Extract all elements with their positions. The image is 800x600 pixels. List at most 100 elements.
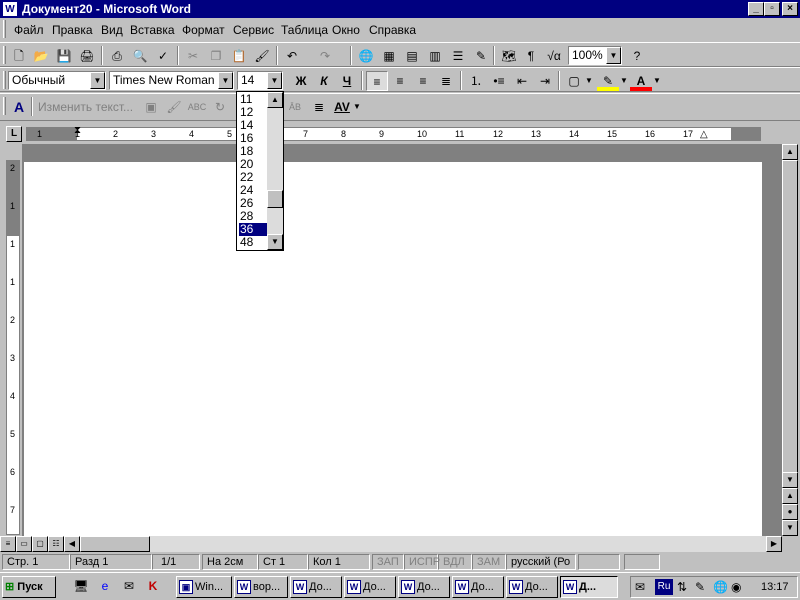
insert-excel-icon[interactable]: ▥ <box>424 46 446 66</box>
menu-insert[interactable]: Вставка <box>130 23 175 37</box>
edit-text-button[interactable]: Изменить текст... <box>38 100 133 114</box>
zoom-select[interactable]: 100% ▼ <box>568 46 622 65</box>
scroll-thumb[interactable] <box>782 160 798 480</box>
decrease-indent-icon[interactable]: ⇤ <box>511 71 533 91</box>
font-size-dropdown[interactable]: 11 12 14 16 18 20 22 24 26 28 36 48 ▲ ▼ <box>236 91 284 251</box>
task-button[interactable]: W До... <box>452 576 504 598</box>
print-layout-icon[interactable]: ▢ <box>32 536 48 552</box>
status-language[interactable]: русский (Ро <box>506 554 576 570</box>
underline-button[interactable]: Ч <box>336 71 358 91</box>
show-hide-icon[interactable]: ¶ <box>520 46 542 66</box>
tables-borders-icon[interactable]: ▦ <box>378 46 400 66</box>
task-button[interactable]: W До... <box>506 576 558 598</box>
wordart-alignment-icon[interactable]: ≣ <box>308 97 330 117</box>
status-ovr[interactable]: ЗАМ <box>472 554 506 570</box>
align-left-icon[interactable]: ≡ <box>366 71 388 91</box>
chevron-down-icon[interactable]: ▼ <box>619 71 629 91</box>
outline-view-icon[interactable]: ☷ <box>48 536 64 552</box>
task-button[interactable]: ▣ Win... <box>176 576 232 598</box>
vertical-scrollbar[interactable]: ▲ ▼ ▲ ● ▼ <box>782 144 798 536</box>
vertical-ruler[interactable]: 2 1 1 1 2 3 4 5 6 7 <box>6 160 20 535</box>
italic-button[interactable]: К <box>313 71 335 91</box>
preview-icon[interactable]: 🔍 <box>129 46 151 66</box>
toolbar-grip[interactable] <box>3 97 6 115</box>
print-icon[interactable]: 🖨 <box>76 46 98 66</box>
toolbar-grip[interactable] <box>3 20 6 38</box>
format-painter-icon[interactable]: 🖌 <box>251 46 273 66</box>
help-icon[interactable]: ? <box>626 46 648 66</box>
internet-explorer-icon[interactable]: e <box>94 576 116 596</box>
print-preview-icon[interactable]: ⎙ <box>106 46 128 66</box>
word-icon[interactable]: W <box>2 1 18 17</box>
menu-table[interactable]: Таблица <box>281 23 328 37</box>
style-select[interactable]: Обычный ▼ <box>8 71 106 90</box>
status-ext[interactable]: ВДЛ <box>438 554 472 570</box>
menu-format[interactable]: Формат <box>182 23 225 37</box>
quick-launch-icon[interactable]: ✉ <box>118 576 140 596</box>
task-button-active[interactable]: W Д... <box>560 576 618 598</box>
spelling-icon[interactable]: ✓ <box>152 46 174 66</box>
menu-edit[interactable]: Правка <box>52 23 93 37</box>
menu-tools[interactable]: Сервис <box>233 23 274 37</box>
wordart-shape-icon[interactable]: ABC <box>186 97 208 117</box>
scroll-down-icon[interactable]: ▼ <box>782 472 798 488</box>
mail-icon[interactable]: ✉ <box>635 580 645 594</box>
menu-help[interactable]: Справка <box>369 23 416 37</box>
justify-icon[interactable]: ≣ <box>435 71 457 91</box>
bold-button[interactable]: Ж <box>290 71 312 91</box>
tab-selector-icon[interactable]: L <box>6 126 22 142</box>
copy-icon[interactable]: ❐ <box>205 46 227 66</box>
bullets-icon[interactable]: •≡ <box>488 71 510 91</box>
tray-app-icon[interactable]: ✎ <box>695 580 705 594</box>
chevron-down-icon[interactable]: ▼ <box>652 71 662 91</box>
toolbar-grip[interactable] <box>3 46 6 64</box>
next-page-icon[interactable]: ▼ <box>782 520 798 536</box>
align-center-icon[interactable]: ≡ <box>389 71 411 91</box>
new-document-icon[interactable]: 🗋 <box>8 46 30 66</box>
font-size-option[interactable]: 48 <box>239 236 267 249</box>
network-icon[interactable]: ⇅ <box>677 580 687 594</box>
ruler-strip[interactable]: 11234567891011121314151617 <box>26 127 761 141</box>
scroll-left-icon[interactable]: ◀ <box>64 536 80 552</box>
menu-view[interactable]: Вид <box>101 23 123 37</box>
scroll-up-icon[interactable]: ▲ <box>782 144 798 160</box>
indent-marker-icon[interactable]: ⧗ <box>74 125 81 136</box>
save-icon[interactable]: 💾 <box>53 46 75 66</box>
paste-icon[interactable]: 📋 <box>228 46 250 66</box>
menu-window[interactable]: Окно <box>332 23 360 37</box>
close-button[interactable]: × <box>782 2 798 16</box>
tray-app-icon[interactable]: ◉ <box>731 580 741 594</box>
character-spacing-button[interactable]: AV <box>331 97 353 117</box>
chevron-down-icon[interactable]: ▼ <box>90 72 105 89</box>
insert-table-icon[interactable]: ▤ <box>401 46 423 66</box>
drawing-icon[interactable]: ✎ <box>470 46 492 66</box>
redo-icon[interactable]: ↷ <box>314 46 336 66</box>
task-button[interactable]: Wвор... <box>234 576 288 598</box>
minimize-button[interactable]: _ <box>748 2 764 16</box>
previous-page-icon[interactable]: ▲ <box>782 488 798 504</box>
scroll-thumb[interactable] <box>267 190 283 208</box>
scroll-right-icon[interactable]: ▶ <box>766 536 782 552</box>
dropdown-scrollbar[interactable]: ▲ ▼ <box>267 92 283 250</box>
tray-language[interactable]: Ru <box>655 579 673 595</box>
chevron-down-icon[interactable]: ▼ <box>606 47 621 64</box>
vertical-text-icon[interactable]: ĀB <box>284 97 306 117</box>
chevron-down-icon[interactable]: ▼ <box>218 72 233 89</box>
increase-indent-icon[interactable]: ⇥ <box>534 71 556 91</box>
task-button[interactable]: W До... <box>344 576 396 598</box>
free-rotate-icon[interactable]: ↻ <box>209 97 231 117</box>
document-map-icon[interactable]: 🗺 <box>498 46 520 66</box>
open-folder-icon[interactable]: 📂 <box>30 46 52 66</box>
normal-view-icon[interactable]: ≡ <box>0 536 16 552</box>
undo-icon[interactable]: ↶ <box>281 46 303 66</box>
cut-icon[interactable]: ✂ <box>182 46 204 66</box>
desktop-icon[interactable]: 🖥 <box>70 576 92 596</box>
web-icon[interactable]: 🌐 <box>355 46 377 66</box>
status-rec[interactable]: ЗАП <box>372 554 404 570</box>
task-button[interactable]: W До... <box>290 576 342 598</box>
antivirus-icon[interactable]: K <box>142 576 164 596</box>
document-page[interactable] <box>24 162 762 536</box>
columns-icon[interactable]: ☰ <box>447 46 469 66</box>
right-indent-marker-icon[interactable]: △ <box>700 129 708 140</box>
insert-wordart-icon[interactable]: A <box>8 97 30 117</box>
